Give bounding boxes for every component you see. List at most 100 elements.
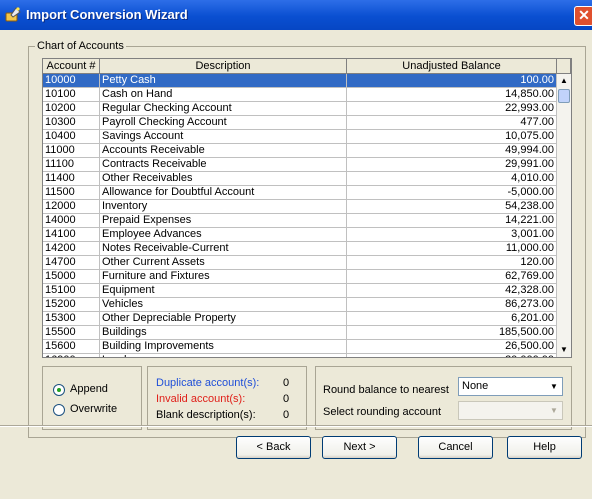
- account-number-cell: 12000: [43, 200, 100, 214]
- column-header-description[interactable]: Description: [100, 59, 347, 74]
- balance-cell: 54,238.00: [347, 200, 557, 214]
- description-cell: Savings Account: [100, 130, 347, 144]
- balance-cell: 10,075.00: [347, 130, 557, 144]
- title-bar: Import Conversion Wizard ✕: [0, 0, 592, 30]
- mode-group: [42, 366, 142, 430]
- accounts-grid[interactable]: Account # Description Unadjusted Balance…: [42, 58, 572, 358]
- table-row[interactable]: 10000 Petty Cash 100.00: [43, 74, 557, 88]
- blank-descriptions-label: Blank description(s):: [156, 409, 256, 421]
- group-label: Chart of Accounts: [35, 40, 126, 52]
- table-row[interactable]: 14700 Other Current Assets 120.00: [43, 256, 557, 270]
- balance-cell: 86,273.00: [347, 298, 557, 312]
- balance-cell: 4,010.00: [347, 172, 557, 186]
- description-cell: Vehicles: [100, 298, 347, 312]
- chevron-down-icon[interactable]: ▼: [546, 378, 562, 395]
- description-cell: Buildings: [100, 326, 347, 340]
- blank-descriptions-count: 0: [283, 409, 290, 421]
- description-cell: Notes Receivable-Current: [100, 242, 347, 256]
- table-row[interactable]: 14200 Notes Receivable-Current 11,000.00: [43, 242, 557, 256]
- round-balance-value: None: [462, 380, 489, 392]
- duplicate-accounts-count: 0: [283, 377, 290, 389]
- rounding-group: [315, 366, 572, 430]
- vertical-scrollbar[interactable]: ▲ ▼: [557, 74, 571, 357]
- balance-cell: 477.00: [347, 116, 557, 130]
- cancel-button[interactable]: Cancel: [418, 436, 493, 459]
- balance-cell: 6,201.00: [347, 312, 557, 326]
- table-row[interactable]: 11000 Accounts Receivable 49,994.00: [43, 144, 557, 158]
- balance-cell: 30,000.00: [347, 354, 557, 357]
- help-button[interactable]: Help: [507, 436, 582, 459]
- account-number-cell: 11100: [43, 158, 100, 172]
- balance-cell: 11,000.00: [347, 242, 557, 256]
- description-cell: Prepaid Expenses: [100, 214, 347, 228]
- table-row[interactable]: 10200 Regular Checking Account 22,993.00: [43, 102, 557, 116]
- balance-cell: 29,991.00: [347, 158, 557, 172]
- window-title: Import Conversion Wizard: [26, 7, 188, 22]
- balance-cell: 185,500.00: [347, 326, 557, 340]
- table-row[interactable]: 15100 Equipment 42,328.00: [43, 284, 557, 298]
- balance-cell: 120.00: [347, 256, 557, 270]
- account-number-cell: 10000: [43, 74, 100, 88]
- description-cell: Other Depreciable Property: [100, 312, 347, 326]
- account-number-cell: 11000: [43, 144, 100, 158]
- balance-cell: 14,221.00: [347, 214, 557, 228]
- scroll-up-icon[interactable]: ▲: [557, 74, 571, 88]
- account-number-cell: 14100: [43, 228, 100, 242]
- close-button[interactable]: ✕: [574, 6, 592, 26]
- scroll-thumb[interactable]: [558, 89, 570, 103]
- table-row[interactable]: 10100 Cash on Hand 14,850.00: [43, 88, 557, 102]
- round-balance-label: Round balance to nearest: [323, 384, 449, 396]
- rounding-account-label: Select rounding account: [323, 406, 442, 418]
- overwrite-label[interactable]: Overwrite: [70, 403, 117, 415]
- account-number-cell: 11500: [43, 186, 100, 200]
- duplicate-accounts-label: Duplicate account(s):: [156, 377, 260, 389]
- account-number-cell: 16900: [43, 354, 100, 357]
- description-cell: Land: [100, 354, 347, 357]
- column-header-account[interactable]: Account #: [43, 59, 100, 74]
- invalid-accounts-count: 0: [283, 393, 290, 405]
- next-button[interactable]: Next >: [322, 436, 397, 459]
- table-row[interactable]: 11400 Other Receivables 4,010.00: [43, 172, 557, 186]
- account-number-cell: 10100: [43, 88, 100, 102]
- table-row[interactable]: 15600 Building Improvements 26,500.00: [43, 340, 557, 354]
- description-cell: Regular Checking Account: [100, 102, 347, 116]
- table-row[interactable]: 11100 Contracts Receivable 29,991.00: [43, 158, 557, 172]
- account-number-cell: 11400: [43, 172, 100, 186]
- balance-cell: 14,850.00: [347, 88, 557, 102]
- rounding-account-select[interactable]: ▼: [458, 401, 563, 420]
- account-number-cell: 15600: [43, 340, 100, 354]
- table-row[interactable]: 15500 Buildings 185,500.00: [43, 326, 557, 340]
- description-cell: Equipment: [100, 284, 347, 298]
- table-row[interactable]: 12000 Inventory 54,238.00: [43, 200, 557, 214]
- balance-cell: 3,001.00: [347, 228, 557, 242]
- chevron-down-icon[interactable]: ▼: [546, 402, 562, 419]
- scroll-down-icon[interactable]: ▼: [557, 343, 571, 357]
- append-radio[interactable]: [53, 384, 65, 396]
- table-row[interactable]: 15300 Other Depreciable Property 6,201.00: [43, 312, 557, 326]
- back-button[interactable]: < Back: [236, 436, 311, 459]
- round-balance-select[interactable]: None ▼: [458, 377, 563, 396]
- description-cell: Other Current Assets: [100, 256, 347, 270]
- table-row[interactable]: 15200 Vehicles 86,273.00: [43, 298, 557, 312]
- description-cell: Allowance for Doubtful Account: [100, 186, 347, 200]
- description-cell: Petty Cash: [100, 74, 347, 88]
- table-row[interactable]: 10400 Savings Account 10,075.00: [43, 130, 557, 144]
- column-header-balance[interactable]: Unadjusted Balance: [347, 59, 557, 74]
- description-cell: Payroll Checking Account: [100, 116, 347, 130]
- description-cell: Accounts Receivable: [100, 144, 347, 158]
- table-row[interactable]: 11500 Allowance for Doubtful Account -5,00…: [43, 186, 557, 200]
- description-cell: Employee Advances: [100, 228, 347, 242]
- description-cell: Cash on Hand: [100, 88, 347, 102]
- table-row[interactable]: 10300 Payroll Checking Account 477.00: [43, 116, 557, 130]
- table-row[interactable]: 16900Land30,000.00: [43, 354, 557, 357]
- table-row[interactable]: 15000 Furniture and Fixtures 62,769.00: [43, 270, 557, 284]
- table-row[interactable]: 14100 Employee Advances 3,001.00: [43, 228, 557, 242]
- button-separator: [0, 425, 592, 427]
- overwrite-radio[interactable]: [53, 404, 65, 416]
- append-label[interactable]: Append: [70, 383, 108, 395]
- description-cell: Inventory: [100, 200, 347, 214]
- description-cell: Other Receivables: [100, 172, 347, 186]
- account-number-cell: 15000: [43, 270, 100, 284]
- balance-cell: -5,000.00: [347, 186, 557, 200]
- table-row[interactable]: 14000 Prepaid Expenses 14,221.00: [43, 214, 557, 228]
